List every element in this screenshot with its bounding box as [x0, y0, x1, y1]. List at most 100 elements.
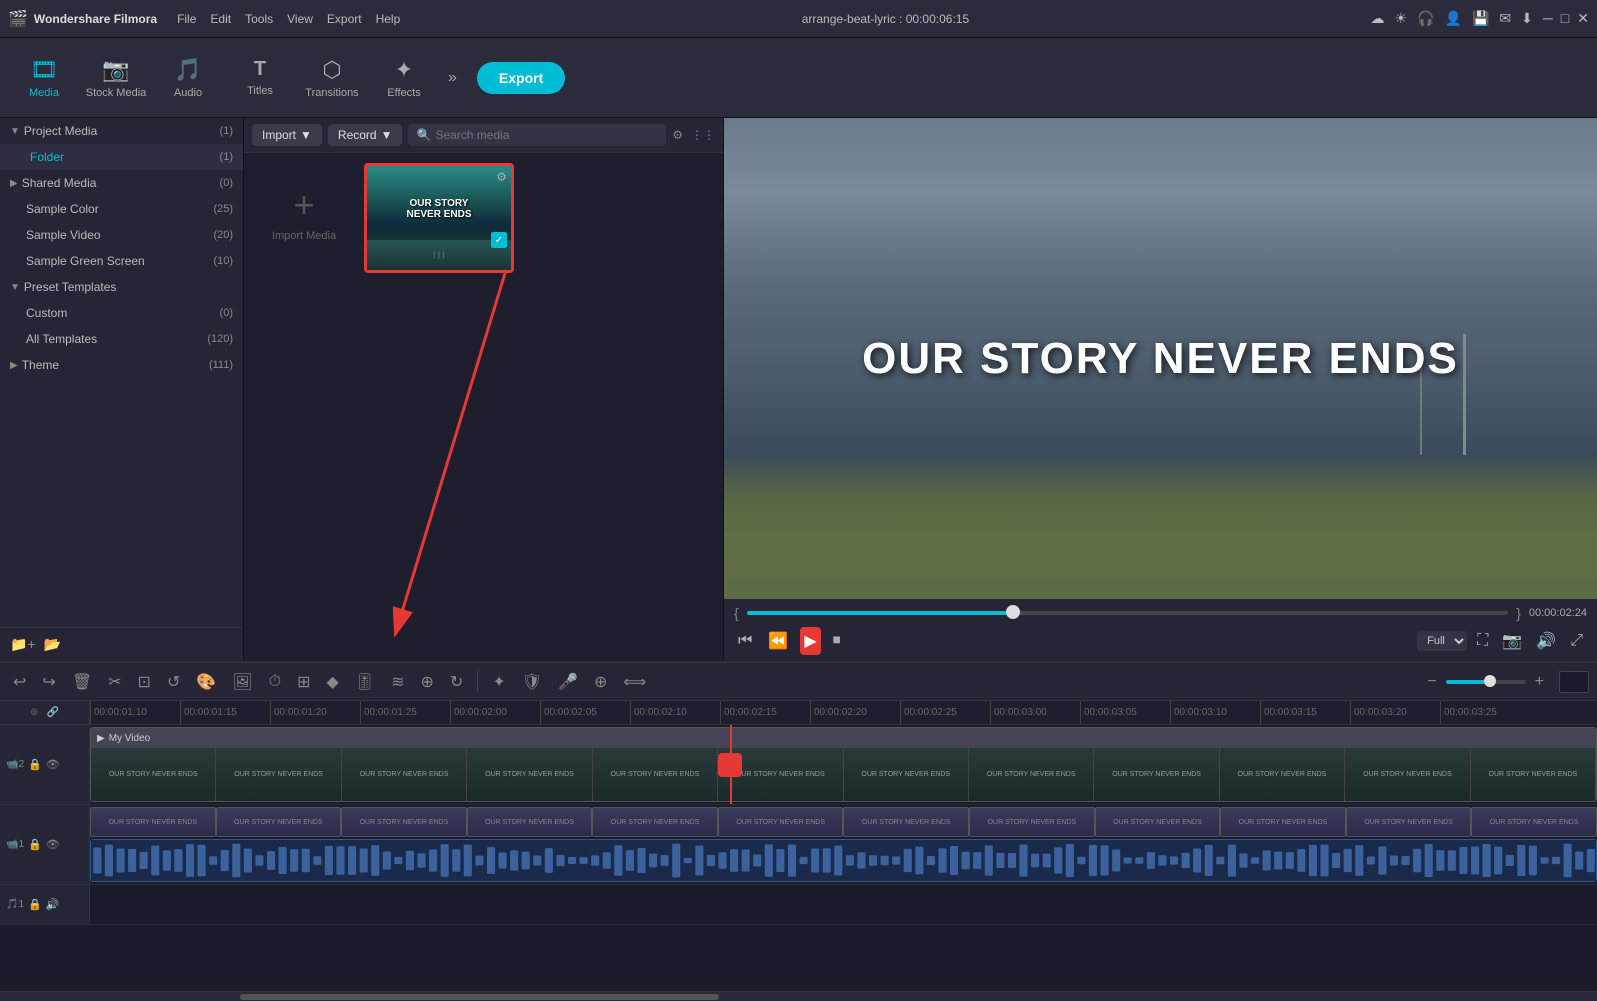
- cloud-icon[interactable]: ☁: [1371, 10, 1385, 27]
- bracket-left[interactable]: {: [734, 605, 739, 621]
- minimize-button[interactable]: ─: [1543, 10, 1553, 27]
- audio-button[interactable]: 🎚: [350, 669, 380, 695]
- speed-button[interactable]: ⏱: [264, 670, 286, 694]
- toolbar-stock-media-button[interactable]: 📷 Stock Media: [82, 43, 150, 113]
- maximize-button[interactable]: □: [1561, 10, 1569, 27]
- search-input[interactable]: [435, 128, 658, 142]
- audio-waveform-block[interactable]: [90, 839, 1597, 882]
- project-media-item[interactable]: ▼ Project Media (1): [0, 118, 243, 144]
- ripple-button[interactable]: ⊕: [416, 669, 439, 695]
- bracket-right[interactable]: }: [1516, 605, 1521, 621]
- menu-view[interactable]: View: [287, 12, 313, 26]
- zoom-slider[interactable]: [1446, 680, 1526, 684]
- menu-export[interactable]: Export: [327, 12, 362, 26]
- overlay-btn[interactable]: ⊕: [589, 669, 612, 695]
- sample-green-screen-item[interactable]: Sample Green Screen (10): [0, 248, 243, 274]
- eye-icon-v[interactable]: 👁: [46, 758, 60, 771]
- loop-button[interactable]: ↻: [445, 669, 468, 695]
- seekbar[interactable]: [747, 611, 1509, 615]
- toolbar-media-button[interactable]: 🎞 Media: [10, 43, 78, 113]
- toolbar-audio-button[interactable]: 🎵 Audio: [154, 43, 222, 113]
- mask-btn[interactable]: 🛡: [517, 669, 547, 695]
- video-segment: OUR STORY NEVER ENDS: [969, 748, 1094, 801]
- close-button[interactable]: ✕: [1577, 10, 1589, 27]
- save-icon[interactable]: 💾: [1472, 10, 1489, 27]
- undo-button[interactable]: ↩: [8, 669, 31, 695]
- scrollbar-thumb[interactable]: [240, 994, 719, 1000]
- marker-button[interactable]: ◆: [321, 669, 343, 695]
- lock-icon-a[interactable]: 🔒: [28, 838, 42, 851]
- quality-select[interactable]: Full: [1417, 631, 1467, 651]
- ruler-mark: 00:00:03:00: [990, 701, 1080, 725]
- theme-item[interactable]: ▶ Theme (111): [0, 352, 243, 378]
- scale-button[interactable]: ⊞: [292, 669, 315, 695]
- extend-btn[interactable]: ⟺: [618, 669, 651, 695]
- user-icon[interactable]: 👤: [1445, 10, 1462, 27]
- left-panel: ▼ Project Media (1) Folder (1) ▶ Shared …: [0, 118, 244, 661]
- delete-button[interactable]: 🗑: [67, 669, 97, 695]
- fullscreen-button[interactable]: ⛶: [1473, 628, 1492, 654]
- color-button[interactable]: 🎨: [191, 669, 221, 695]
- custom-item[interactable]: Custom (0): [0, 300, 243, 326]
- grid-icon[interactable]: ⋮⋮: [691, 128, 715, 142]
- sample-video-item[interactable]: Sample Video (20): [0, 222, 243, 248]
- vol-icon-m[interactable]: 🔊: [46, 898, 60, 911]
- timeline-ruler: ⊕ 🔗 00:00:01:1000:00:01:1500:00:01:2000:…: [0, 701, 1597, 725]
- add-folder-icon[interactable]: 📁+: [10, 636, 36, 653]
- download-icon[interactable]: ⬇: [1521, 10, 1533, 27]
- import-button[interactable]: Import ▼: [252, 124, 322, 146]
- mic-btn[interactable]: 🎤: [553, 669, 583, 695]
- step-back-button[interactable]: ⏪: [764, 627, 792, 655]
- volume-button[interactable]: 🔊: [1532, 627, 1560, 655]
- import-media-area[interactable]: + Import Media: [254, 163, 354, 263]
- top-section: ▼ Project Media (1) Folder (1) ▶ Shared …: [0, 118, 1597, 661]
- video-block[interactable]: ▶ My Video OUR STORY NEVER ENDSOUR STORY…: [90, 727, 1597, 802]
- lock-icon-m[interactable]: 🔒: [28, 898, 42, 911]
- lock-icon-v[interactable]: 🔒: [28, 758, 42, 771]
- rewind-to-start-button[interactable]: ⏮: [734, 628, 756, 654]
- rotation-button[interactable]: ↺: [162, 669, 185, 695]
- timeline-scrollbar[interactable]: [0, 991, 1597, 1001]
- menu-tools[interactable]: Tools: [245, 12, 273, 26]
- toolbar-effects-button[interactable]: ✦ Effects: [370, 43, 438, 113]
- media-thumbnail[interactable]: OUR STORYNEVER ENDS ||| ▶ My Video ✓ ⚙: [364, 163, 514, 273]
- sun-icon[interactable]: ☀: [1395, 10, 1408, 27]
- effect-btn[interactable]: ✦: [487, 669, 510, 695]
- zoom-out-button[interactable]: −: [1422, 670, 1441, 694]
- mail-icon[interactable]: ✉: [1499, 10, 1511, 27]
- zoom-in-button[interactable]: +: [1530, 670, 1549, 694]
- toolbar-transitions-button[interactable]: ⬡ Transitions: [298, 43, 366, 113]
- segment-text: OUR STORY NEVER ENDS: [481, 771, 578, 778]
- redo-button[interactable]: ↪: [37, 669, 60, 695]
- snapshot-button[interactable]: 📷: [1498, 627, 1526, 655]
- menu-file[interactable]: File: [177, 12, 196, 26]
- effects-label: Effects: [387, 87, 420, 99]
- export-button[interactable]: Export: [477, 62, 565, 94]
- crop-button[interactable]: ⊡: [133, 669, 156, 695]
- menu-edit[interactable]: Edit: [210, 12, 231, 26]
- record-button[interactable]: Record ▼: [328, 124, 403, 146]
- link-icon[interactable]: 🔗: [46, 707, 58, 718]
- shared-media-item[interactable]: ▶ Shared Media (0): [0, 170, 243, 196]
- sample-color-item[interactable]: Sample Color (25): [0, 196, 243, 222]
- headphone-icon[interactable]: 🎧: [1417, 10, 1434, 27]
- toolbar-titles-button[interactable]: T Titles: [226, 43, 294, 113]
- cut-button[interactable]: ✂: [103, 669, 126, 695]
- waveform-svg: [91, 840, 1596, 881]
- folder-icon[interactable]: 📂: [44, 636, 61, 653]
- add-track-icon[interactable]: ⊕: [30, 707, 38, 718]
- preset-templates-item[interactable]: ▼ Preset Templates: [0, 274, 243, 300]
- titles-label: Titles: [247, 85, 273, 97]
- controls-row: ⏮ ⏪ ▶ ⏹ Full ⛶ 📷 🔊 ⤢: [734, 627, 1587, 655]
- play-button[interactable]: ▶: [800, 627, 820, 655]
- menu-help[interactable]: Help: [376, 12, 401, 26]
- eye-icon-a[interactable]: 👁: [46, 838, 60, 851]
- image-button[interactable]: 🖼: [227, 669, 257, 695]
- folder-item[interactable]: Folder (1): [0, 144, 243, 170]
- fit-button[interactable]: ⤢: [1566, 628, 1587, 654]
- waveform-button[interactable]: ≋: [386, 669, 409, 695]
- all-templates-item[interactable]: All Templates (120): [0, 326, 243, 352]
- filter-icon[interactable]: ⚙: [672, 128, 683, 142]
- toolbar-more-button[interactable]: »: [442, 69, 463, 87]
- stop-button[interactable]: ⏹: [829, 628, 845, 654]
